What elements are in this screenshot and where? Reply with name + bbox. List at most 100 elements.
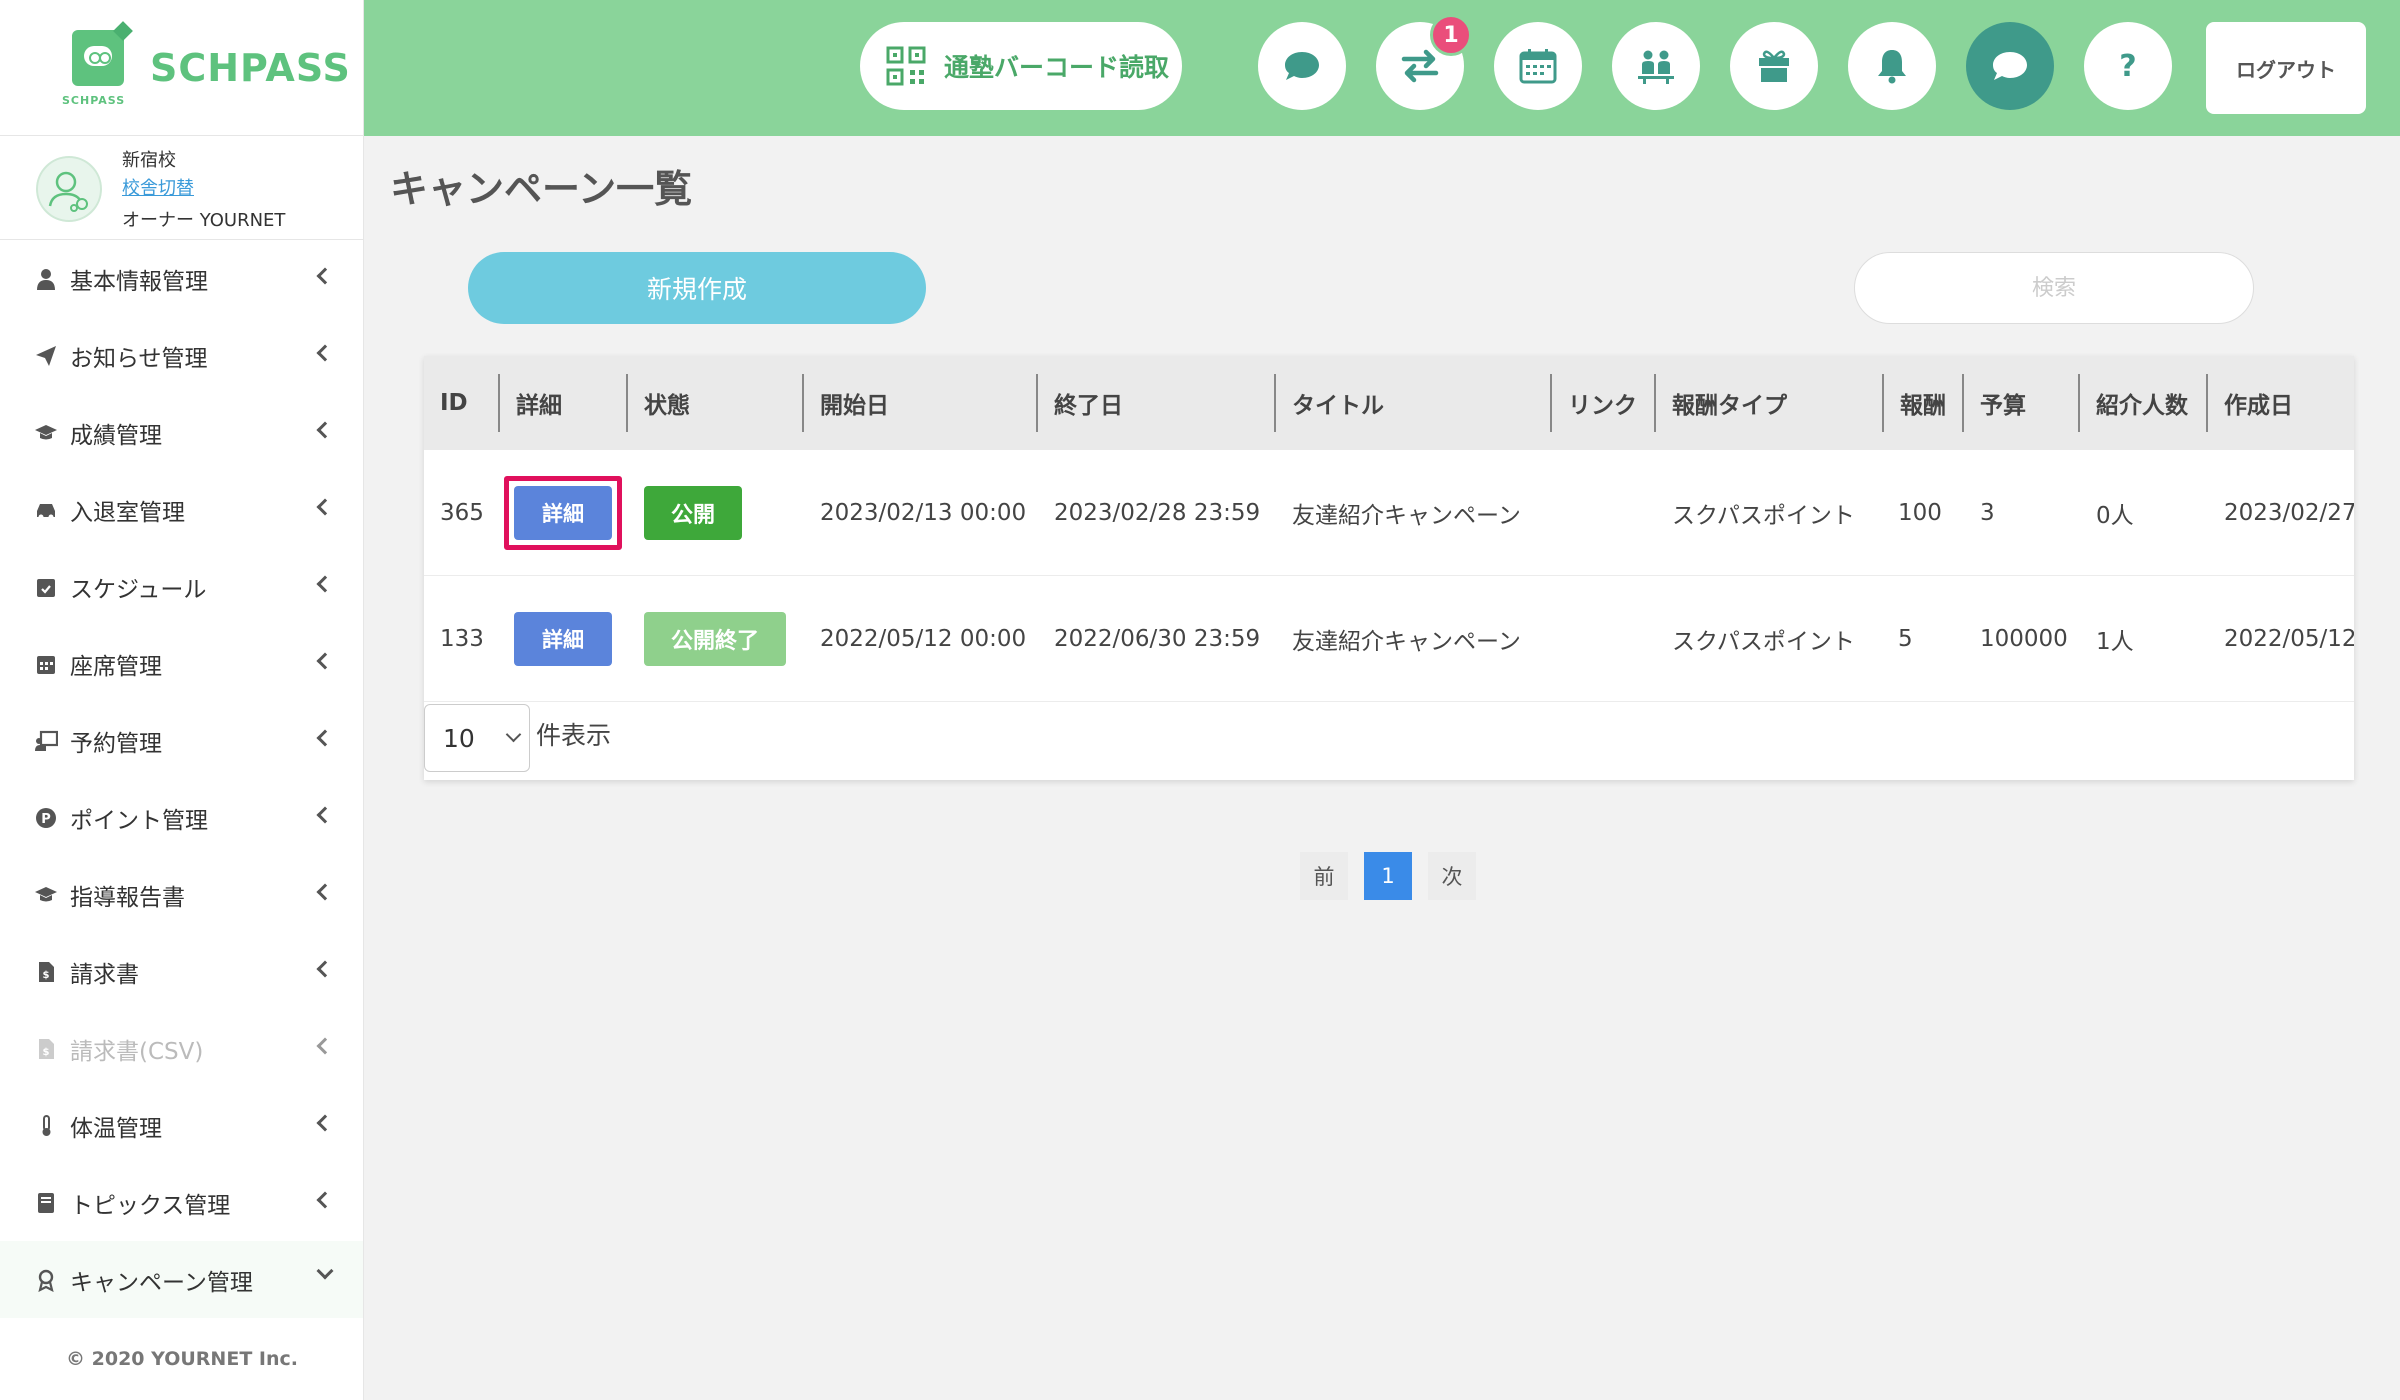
owner-name: オーナー YOURNET [122, 210, 286, 231]
per-page-value: 10 [443, 723, 475, 753]
column-separator [1550, 374, 1552, 432]
column-header-reward-type: 報酬タイプ [1672, 393, 1787, 419]
sidebar-item-label: 指導報告書 [70, 884, 185, 911]
chat-active-icon [1993, 52, 2027, 80]
cell-end-date: 2023/02/28 23:59 [1054, 500, 1261, 526]
help-icon: ? [2119, 49, 2136, 84]
person-icon [34, 267, 58, 291]
cell-end-date: 2022/06/30 23:59 [1054, 626, 1261, 652]
column-separator [1962, 374, 1964, 432]
cell-budget: 3 [1980, 500, 1995, 526]
sidebar-item-invoices-csv[interactable]: $ 請求書(CSV) [0, 1010, 363, 1087]
calendar-grid-icon [34, 652, 58, 676]
chevron-left-icon [316, 421, 334, 439]
sidebar-item-label: トピックス管理 [70, 1192, 231, 1219]
cell-id: 133 [440, 626, 484, 652]
transfer-icon [1401, 49, 1439, 83]
bell-icon [1878, 50, 1906, 84]
logout-button[interactable]: ログアウト [2206, 22, 2366, 114]
status-badge: 公開 [644, 486, 742, 540]
barcode-read-button[interactable]: 通塾バーコード読取 [860, 22, 1182, 110]
column-header-reward: 報酬 [1900, 393, 1946, 419]
help-button[interactable]: ? [2084, 22, 2172, 110]
gift-button[interactable] [1730, 22, 1818, 110]
sidebar-item-reservations[interactable]: 予約管理 [0, 702, 363, 779]
school-switch-link[interactable]: 校舎切替 [122, 174, 194, 200]
chevron-left-icon [316, 498, 334, 516]
chat-icon [1285, 52, 1319, 80]
per-page-label: 件表示 [536, 721, 612, 750]
table-row: 365 詳細 公開 2023/02/13 00:00 2023/02/28 23… [424, 450, 2354, 576]
pagination-page-1[interactable]: 1 [1364, 852, 1412, 900]
graduation-cap-icon [34, 883, 58, 907]
calendar-button[interactable] [1494, 22, 1582, 110]
table-header: ID 詳細 状態 開始日 終了日 タイトル リンク 報酬タイプ 報酬 予算 紹介… [424, 356, 2354, 450]
cell-title: 友達紹介キャンペーン [1292, 629, 1521, 655]
sidebar-item-label: キャンペーン管理 [70, 1269, 253, 1296]
sidebar-item-seats[interactable]: 座席管理 [0, 625, 363, 702]
cell-reward-type: スクパスポイント [1672, 503, 1855, 529]
qr-code-icon [886, 46, 926, 86]
chat-active-button[interactable] [1966, 22, 2054, 110]
chevron-left-icon [316, 344, 334, 362]
logo-text: SCHPASS [150, 45, 351, 90]
cell-referrals: 1人 [2096, 629, 2134, 655]
column-header-created: 作成日 [2224, 393, 2293, 419]
chat-button[interactable] [1258, 22, 1346, 110]
sidebar-item-topics[interactable]: トピックス管理 [0, 1164, 363, 1241]
chevron-left-icon [316, 652, 334, 670]
school-name: 新宿校 [122, 150, 176, 171]
logo[interactable]: SCHPASS SCHPASS [0, 0, 363, 136]
sidebar-item-points[interactable]: P ポイント管理 [0, 779, 363, 856]
column-header-title: タイトル [1292, 393, 1384, 419]
sidebar-item-basic-info[interactable]: 基本情報管理 [0, 240, 363, 317]
column-separator [1882, 374, 1884, 432]
user-info: 新宿校 校舎切替 オーナー YOURNET [0, 136, 363, 240]
sidebar-item-label: 座席管理 [70, 653, 162, 680]
sidebar-item-label: スケジュール [70, 576, 207, 603]
pagination-prev[interactable]: 前 [1300, 852, 1348, 900]
chevron-left-icon [316, 729, 334, 747]
search-input[interactable] [1854, 252, 2254, 324]
logo-mark-icon: SCHPASS [62, 29, 128, 107]
logo-small-text: SCHPASS [62, 93, 126, 107]
page-title: キャンペーン一覧 [390, 167, 693, 211]
notification-badge: 1 [1430, 14, 1472, 56]
table-row: 133 詳細 公開終了 2022/05/12 00:00 2022/06/30 … [424, 576, 2354, 702]
svg-text:$: $ [43, 1047, 50, 1058]
column-separator [2206, 374, 2208, 432]
svg-text:P: P [41, 812, 51, 827]
copyright: © 2020 YOURNET Inc. [66, 1348, 298, 1370]
detail-button[interactable]: 詳細 [514, 612, 612, 666]
gift-icon [1759, 50, 1789, 82]
meeting-button[interactable] [1612, 22, 1700, 110]
cell-budget: 100000 [1980, 626, 2068, 652]
chevron-left-icon [316, 1037, 334, 1055]
per-page-select[interactable]: 10 [424, 704, 530, 772]
sidebar-item-grades[interactable]: 成績管理 [0, 394, 363, 471]
sidebar-item-temperature[interactable]: 体温管理 [0, 1087, 363, 1164]
sidebar-item-reports[interactable]: 指導報告書 [0, 856, 363, 933]
meeting-icon [1638, 50, 1674, 84]
chalkboard-icon [34, 729, 58, 753]
calendar-icon [1519, 49, 1557, 84]
sidebar-item-notices[interactable]: お知らせ管理 [0, 317, 363, 394]
new-campaign-button[interactable]: 新規作成 [468, 252, 926, 324]
transfer-button[interactable]: 1 [1376, 14, 1472, 110]
sidebar-item-schedule[interactable]: スケジュール [0, 548, 363, 625]
book-icon [34, 1191, 58, 1215]
sidebar-item-invoices[interactable]: $ 請求書 [0, 933, 363, 1010]
cell-reward-type: スクパスポイント [1672, 629, 1855, 655]
status-badge: 公開終了 [644, 612, 786, 666]
pagination-next[interactable]: 次 [1428, 852, 1476, 900]
chevron-left-icon [316, 267, 334, 285]
top-header: 通塾バーコード読取 1 ? ログアウト [364, 0, 2400, 136]
column-header-start-date: 開始日 [820, 393, 889, 419]
cell-created: 2023/02/27 [2224, 500, 2354, 526]
bell-button[interactable] [1848, 22, 1936, 110]
column-separator [2078, 374, 2080, 432]
sidebar-item-attendance[interactable]: 入退室管理 [0, 471, 363, 548]
sidebar-item-campaigns[interactable]: キャンペーン管理 [0, 1241, 363, 1318]
column-header-budget: 予算 [1980, 393, 2026, 419]
cell-start-date: 2022/05/12 00:00 [820, 626, 1027, 652]
